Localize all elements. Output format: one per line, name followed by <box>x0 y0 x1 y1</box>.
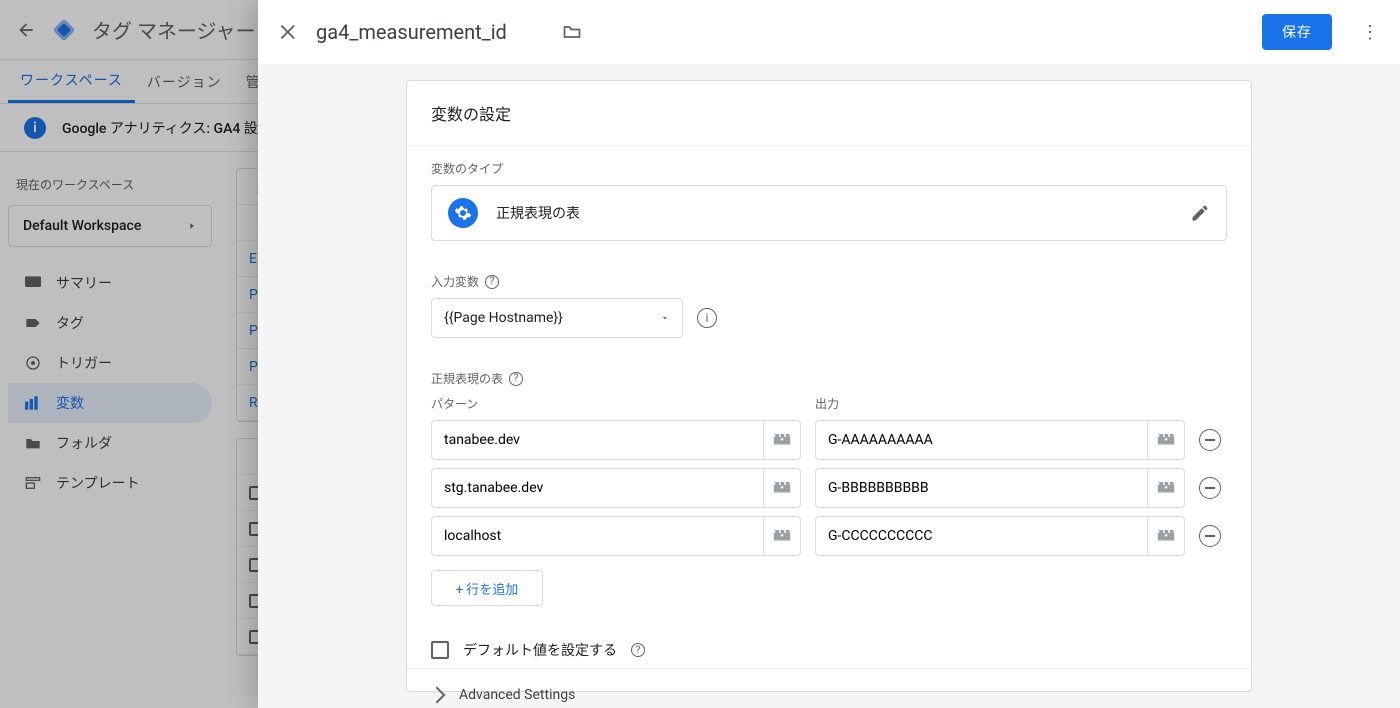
pattern-header: パターン <box>431 395 801 412</box>
default-value-row: デフォルト値を設定する ? <box>407 624 1251 668</box>
regex-headers: パターン 出力 <box>431 395 1227 412</box>
regex-row <box>431 420 1227 460</box>
input-variable-label: 入力変数 ? <box>431 273 1227 290</box>
default-value-checkbox[interactable] <box>431 641 449 659</box>
output-input[interactable] <box>815 468 1147 508</box>
pattern-input[interactable] <box>431 516 763 556</box>
remove-row-icon[interactable] <box>1199 429 1221 451</box>
folder-icon[interactable] <box>562 22 582 42</box>
chevron-right-icon <box>429 687 446 704</box>
more-menu-icon[interactable]: ⋮ <box>1360 22 1380 42</box>
pattern-input[interactable] <box>431 420 763 460</box>
variable-type-name: 正規表現の表 <box>496 203 1172 223</box>
advanced-settings-expander[interactable]: Advanced Settings <box>407 668 1251 708</box>
insert-variable-icon[interactable] <box>1147 420 1185 460</box>
variable-type-selector[interactable]: 正規表現の表 <box>431 185 1227 241</box>
add-row-button[interactable]: + 行を追加 <box>431 570 543 606</box>
type-label: 変数のタイプ <box>431 160 1227 177</box>
type-section: 変数のタイプ 正規表現の表 <box>407 146 1251 259</box>
panel-body: 変数の設定 変数のタイプ 正規表現の表 入力変数 ? <box>258 64 1400 708</box>
pattern-input[interactable] <box>431 468 763 508</box>
chevron-down-icon <box>660 313 670 323</box>
insert-variable-icon[interactable] <box>763 516 801 556</box>
insert-variable-icon[interactable] <box>1147 468 1185 508</box>
regex-table-label: 正規表現の表 ? <box>431 370 1227 387</box>
select-value: {{Page Hostname}} <box>444 310 563 326</box>
save-button[interactable]: 保存 <box>1262 14 1332 50</box>
output-cell <box>815 516 1185 556</box>
pattern-cell <box>431 420 801 460</box>
variable-name-input[interactable] <box>316 20 546 44</box>
regex-table: パターン 出力 <box>431 395 1227 606</box>
default-value-label: デフォルト値を設定する <box>463 640 617 660</box>
input-variable-section: 入力変数 ? {{Page Hostname}} i <box>407 259 1251 356</box>
output-cell <box>815 468 1185 508</box>
output-input[interactable] <box>815 420 1147 460</box>
label-text: 正規表現の表 <box>431 370 503 387</box>
insert-variable-icon[interactable] <box>763 468 801 508</box>
input-variable-select[interactable]: {{Page Hostname}} <box>431 298 683 338</box>
pattern-cell <box>431 516 801 556</box>
close-icon[interactable] <box>278 21 300 43</box>
help-icon[interactable]: ? <box>509 372 523 386</box>
regex-table-section: 正規表現の表 ? パターン 出力 <box>407 356 1251 624</box>
output-header: 出力 <box>815 395 1185 412</box>
pattern-cell <box>431 468 801 508</box>
config-card: 変数の設定 変数のタイプ 正規表現の表 入力変数 ? <box>406 80 1252 692</box>
input-variable-row: {{Page Hostname}} i <box>431 298 1227 338</box>
advanced-label: Advanced Settings <box>459 687 575 703</box>
gear-icon <box>448 198 478 228</box>
insert-variable-icon[interactable] <box>1147 516 1185 556</box>
regex-row <box>431 516 1227 556</box>
variable-editor-panel: 保存 ⋮ 変数の設定 変数のタイプ 正規表現の表 入力変数 <box>258 0 1400 708</box>
remove-row-icon[interactable] <box>1199 477 1221 499</box>
regex-row <box>431 468 1227 508</box>
output-cell <box>815 420 1185 460</box>
edit-icon[interactable] <box>1190 203 1210 223</box>
info-icon[interactable]: i <box>697 308 717 328</box>
help-icon[interactable]: ? <box>631 643 645 657</box>
label-text: 入力変数 <box>431 273 479 290</box>
remove-row-icon[interactable] <box>1199 525 1221 547</box>
panel-header: 保存 ⋮ <box>258 0 1400 64</box>
config-title: 変数の設定 <box>407 81 1251 146</box>
output-input[interactable] <box>815 516 1147 556</box>
help-icon[interactable]: ? <box>485 275 499 289</box>
insert-variable-icon[interactable] <box>763 420 801 460</box>
